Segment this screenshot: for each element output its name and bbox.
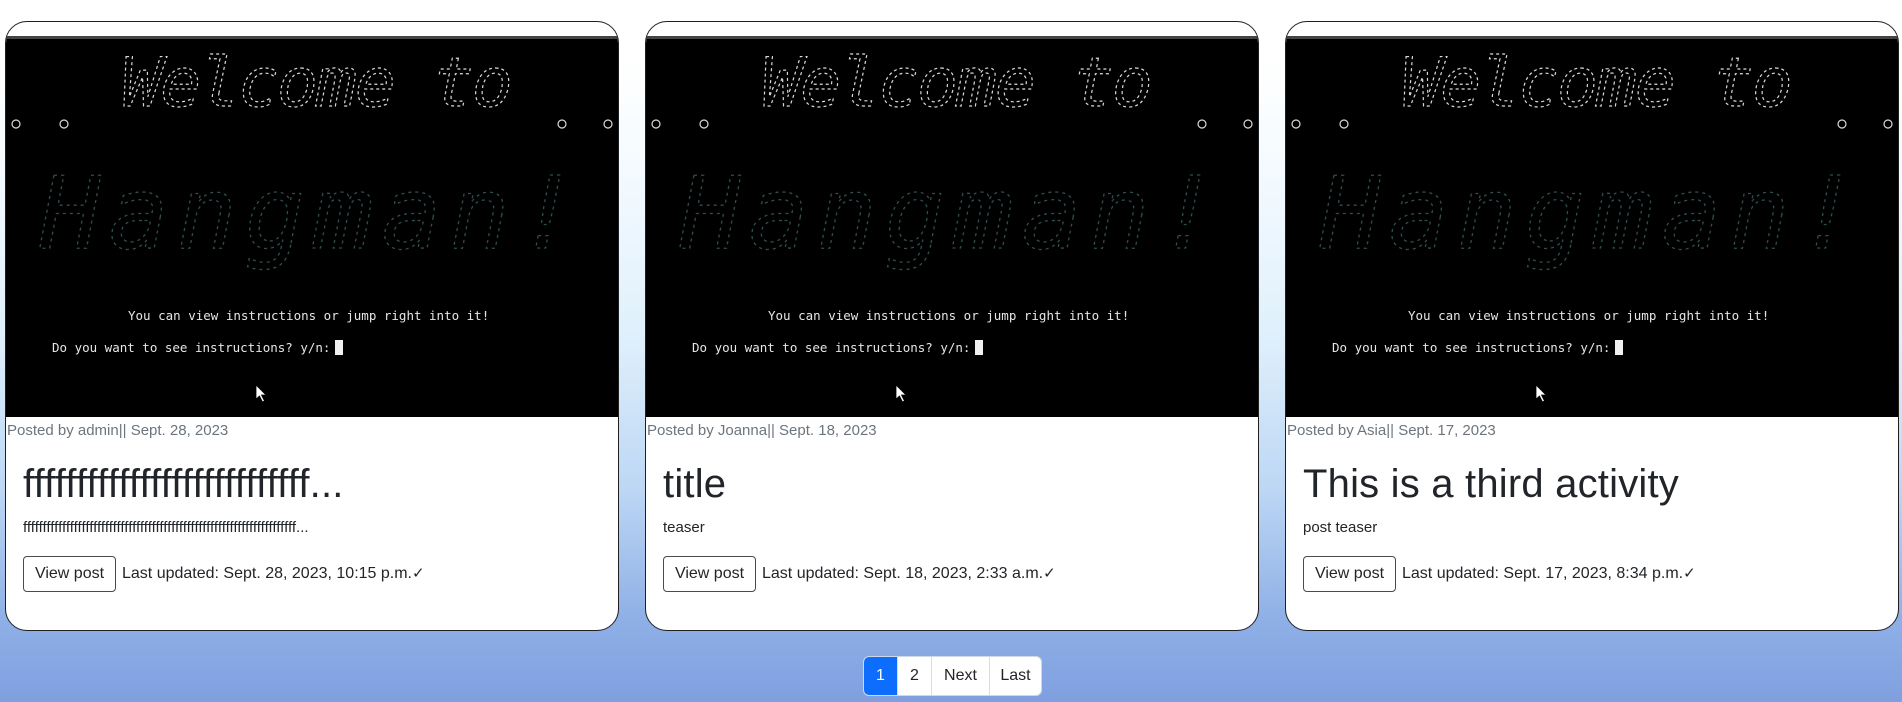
post-list: Welcome to Hangman! You can view instruc…	[5, 21, 1902, 632]
post-card: Welcome to Hangman! You can view instruc…	[5, 21, 619, 631]
post-card: Welcome to Hangman! You can view instruc…	[645, 21, 1259, 631]
terminal-cursor	[1615, 340, 1624, 355]
image-line-prompt: Do you want to see instructions? y/n:	[52, 340, 344, 355]
banner-top-text: Welcome to	[121, 44, 510, 123]
last-updated-text: Last updated: Sept. 28, 2023, 10:15 p.m.	[122, 565, 412, 582]
pagination: 1 2 Next Last	[863, 656, 1042, 696]
last-page-link[interactable]: Last	[989, 657, 1041, 695]
last-updated-text: Last updated: Sept. 17, 2023, 8:34 p.m.	[1402, 565, 1684, 582]
hangman-banner-art: Welcome to Hangman!	[1291, 43, 1893, 403]
check-icon: ✓	[1683, 565, 1696, 582]
next-page-link[interactable]: Next	[931, 657, 989, 695]
post-teaser: teaser	[663, 519, 705, 536]
check-icon: ✓	[412, 565, 425, 582]
post-meta: Posted by admin|| Sept. 28, 2023	[7, 422, 229, 439]
post-image: Welcome to Hangman! You can view instruc…	[1286, 36, 1898, 417]
image-line-instructions: You can view instructions or jump right …	[1408, 308, 1770, 323]
hangman-banner-art: Welcome to Hangman!	[651, 43, 1253, 403]
terminal-cursor	[975, 340, 984, 355]
last-updated: Last updated: Sept. 18, 2023, 2:33 a.m.✓	[762, 564, 1056, 583]
post-teaser: ffffffffffffffffffffffffffffffffffffffff…	[23, 519, 309, 536]
post-meta: Posted by Asia|| Sept. 17, 2023	[1287, 422, 1496, 439]
post-title: fffffffffffffffffffffffffff...	[23, 462, 344, 506]
hangman-banner-art: Welcome to Hangman!	[11, 43, 613, 403]
image-line-instructions: You can view instructions or jump right …	[768, 308, 1130, 323]
view-post-button[interactable]: View post	[1303, 556, 1396, 592]
mouse-pointer-icon	[255, 384, 267, 403]
image-prompt-text: Do you want to see instructions? y/n:	[692, 340, 971, 355]
banner-main-text: Hangman!	[39, 155, 586, 272]
banner-main-text: Hangman!	[1319, 155, 1866, 272]
mouse-pointer-icon	[895, 384, 907, 403]
post-image: Welcome to Hangman! You can view instruc…	[6, 36, 618, 417]
check-icon: ✓	[1043, 565, 1056, 582]
post-card: Welcome to Hangman! You can view instruc…	[1285, 21, 1899, 631]
image-line-instructions: You can view instructions or jump right …	[128, 308, 490, 323]
last-updated: Last updated: Sept. 28, 2023, 10:15 p.m.…	[122, 564, 425, 583]
last-updated: Last updated: Sept. 17, 2023, 8:34 p.m.✓	[1402, 564, 1696, 583]
image-line-prompt: Do you want to see instructions? y/n:	[692, 340, 984, 355]
view-post-button[interactable]: View post	[23, 556, 116, 592]
image-prompt-text: Do you want to see instructions? y/n:	[1332, 340, 1611, 355]
post-teaser: post teaser	[1303, 519, 1378, 536]
image-line-prompt: Do you want to see instructions? y/n:	[1332, 340, 1624, 355]
banner-main-text: Hangman!	[679, 155, 1226, 272]
post-meta: Posted by Joanna|| Sept. 18, 2023	[647, 422, 877, 439]
last-updated-text: Last updated: Sept. 18, 2023, 2:33 a.m.	[762, 565, 1044, 582]
post-image: Welcome to Hangman! You can view instruc…	[646, 36, 1258, 417]
banner-top-text: Welcome to	[1401, 44, 1790, 123]
image-prompt-text: Do you want to see instructions? y/n:	[52, 340, 331, 355]
page-1-link[interactable]: 1	[864, 657, 897, 695]
post-title: title	[663, 462, 727, 506]
mouse-pointer-icon	[1535, 384, 1547, 403]
view-post-button[interactable]: View post	[663, 556, 756, 592]
page-2-link[interactable]: 2	[897, 657, 931, 695]
post-title: This is a third activity	[1303, 462, 1680, 506]
terminal-cursor	[335, 340, 344, 355]
banner-top-text: Welcome to	[761, 44, 1150, 123]
